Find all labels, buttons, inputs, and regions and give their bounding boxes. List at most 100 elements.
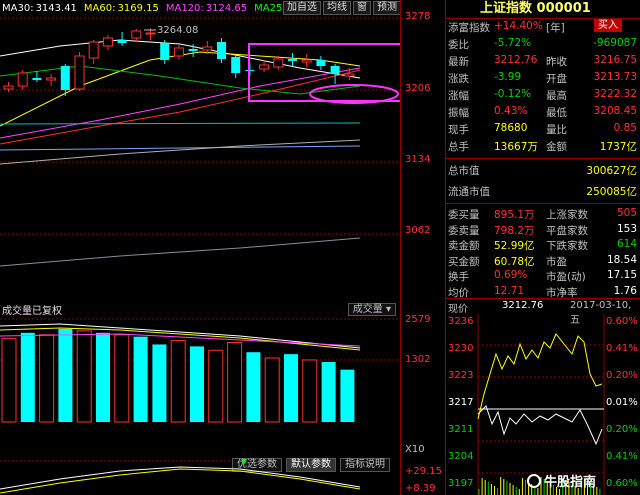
ma30-legend: MA30: 3143.41 — [2, 3, 79, 14]
candle-body — [217, 42, 226, 59]
ma120-value: 3124.65 — [205, 2, 248, 14]
volume-bar[interactable] — [96, 332, 110, 422]
volume-bar[interactable] — [20, 332, 35, 422]
indicator-line-yellow — [0, 468, 361, 494]
volume-bar[interactable] — [76, 330, 92, 423]
candle-body — [60, 66, 70, 90]
volume-bar[interactable] — [170, 340, 186, 423]
wechat-icon — [527, 473, 541, 488]
candle[interactable] — [74, 52, 85, 91]
volume-bar[interactable] — [152, 344, 167, 422]
candle[interactable] — [217, 38, 226, 63]
price-axis-label: 3134 — [405, 154, 431, 165]
candle-body — [32, 78, 42, 80]
quote-value: 3216.75 — [593, 54, 637, 66]
volume-bar[interactable] — [302, 359, 318, 423]
buy-button[interactable]: 买入 — [594, 19, 622, 32]
window-button[interactable]: 窗 — [353, 1, 371, 15]
quote-label: 委卖量 — [448, 224, 480, 237]
quote-label: 市盈(动) — [546, 271, 586, 283]
candle[interactable] — [273, 56, 284, 70]
quote-row: 最新 3212.76 昨收 3216.75 — [446, 53, 640, 68]
quote-label: 下跌家数 — [546, 240, 588, 252]
forecast-button[interactable]: 预测 — [373, 1, 401, 15]
candle[interactable] — [330, 64, 340, 84]
indicator-chart[interactable] — [0, 459, 400, 495]
candle[interactable] — [102, 35, 113, 50]
quote-label: 振幅 — [448, 107, 469, 119]
ma25-legend: MA25 — [254, 3, 282, 14]
watermark-text: 牛股指南 — [544, 475, 597, 490]
indicator-dropdown[interactable]: 成交量 ▾ — [347, 303, 396, 316]
candle-body — [259, 64, 270, 70]
quote-value: -3.99 — [494, 71, 522, 83]
ma-line-red — [0, 69, 361, 145]
volume-axis-unit: X10 — [405, 444, 425, 455]
candle-body — [231, 57, 241, 73]
candle[interactable] — [17, 70, 28, 90]
candle-body — [88, 41, 99, 59]
buy-signal-arrow — [241, 459, 247, 465]
candle[interactable] — [117, 32, 127, 46]
quote-value: 0.85 — [613, 122, 637, 134]
mini-left-axis-label: 3217 — [448, 397, 474, 408]
ma60-label: MA60: — [83, 2, 116, 14]
candle-body — [202, 46, 213, 51]
volume-bar[interactable] — [39, 334, 55, 423]
quote-value: +14.40% — [494, 20, 543, 32]
mini-right-axis-label: 0.41% — [606, 451, 638, 462]
indicator-line-white — [0, 466, 361, 490]
quote-label: 流通市值 — [448, 186, 490, 198]
ma60-value: 3169.15 — [117, 2, 159, 14]
volume-bar[interactable] — [284, 354, 298, 422]
candle[interactable] — [173, 45, 184, 60]
volume-bar[interactable] — [133, 336, 148, 422]
candle[interactable] — [301, 54, 312, 67]
volume-chart[interactable] — [0, 318, 400, 456]
candle[interactable] — [32, 71, 42, 82]
quote-value: -0.12% — [494, 88, 532, 100]
ma120-label: MA120: — [165, 2, 204, 14]
quote-value: 12.71 — [494, 284, 525, 297]
ma60-legend: MA60: 3169.15 — [84, 3, 161, 14]
quote-value: 895.1万 — [494, 209, 535, 221]
mini-left-axis-label: 3230 — [448, 343, 474, 354]
volume-bar[interactable] — [190, 346, 204, 422]
add-watchlist-button[interactable]: 加自选 — [283, 1, 321, 15]
candle[interactable] — [60, 64, 70, 96]
volume-bar[interactable] — [246, 352, 261, 422]
quote-row: 委卖量 798.2万 平盘家数 153 — [446, 222, 640, 237]
volume-axis-label: 2579 — [405, 314, 431, 325]
quote-value: -969087 — [593, 37, 637, 49]
candle[interactable] — [316, 56, 326, 70]
quote-row: 委比 -5.72% -969087 — [446, 36, 640, 51]
volume-bar[interactable] — [340, 369, 355, 422]
volume-bar[interactable] — [321, 361, 336, 422]
candle[interactable] — [88, 40, 99, 64]
separator — [446, 203, 640, 204]
quote-label: 涨幅 — [448, 90, 469, 102]
candle[interactable] — [231, 56, 241, 78]
quote-label: 最高 — [546, 90, 567, 102]
quote-value: 250085亿 — [586, 186, 637, 198]
quote-value: 52.99亿 — [494, 240, 535, 252]
candle[interactable] — [131, 29, 142, 42]
volume-bar[interactable] — [208, 349, 224, 423]
volume-bar[interactable] — [1, 338, 17, 423]
candle-body — [131, 30, 142, 39]
volume-bar[interactable] — [264, 357, 280, 423]
volume-bar[interactable] — [58, 328, 73, 422]
quote-row: 总手 13667万 金额 1737亿 — [446, 138, 640, 153]
volume-bar[interactable] — [114, 334, 130, 423]
moving-average-button[interactable]: 均线 — [323, 1, 351, 15]
quote-value: 1.76 — [613, 284, 637, 297]
candle[interactable] — [160, 40, 170, 64]
candle-body — [46, 77, 57, 81]
candlestick-chart[interactable]: 3264.08 — [0, 16, 400, 296]
candle[interactable] — [288, 53, 297, 66]
current-price-label: 现价 — [448, 304, 468, 315]
candle[interactable] — [46, 74, 57, 86]
price-axis-label: 3206 — [405, 83, 431, 94]
volume-bar[interactable] — [227, 342, 243, 423]
watermark: 牛股指南 — [527, 471, 596, 490]
